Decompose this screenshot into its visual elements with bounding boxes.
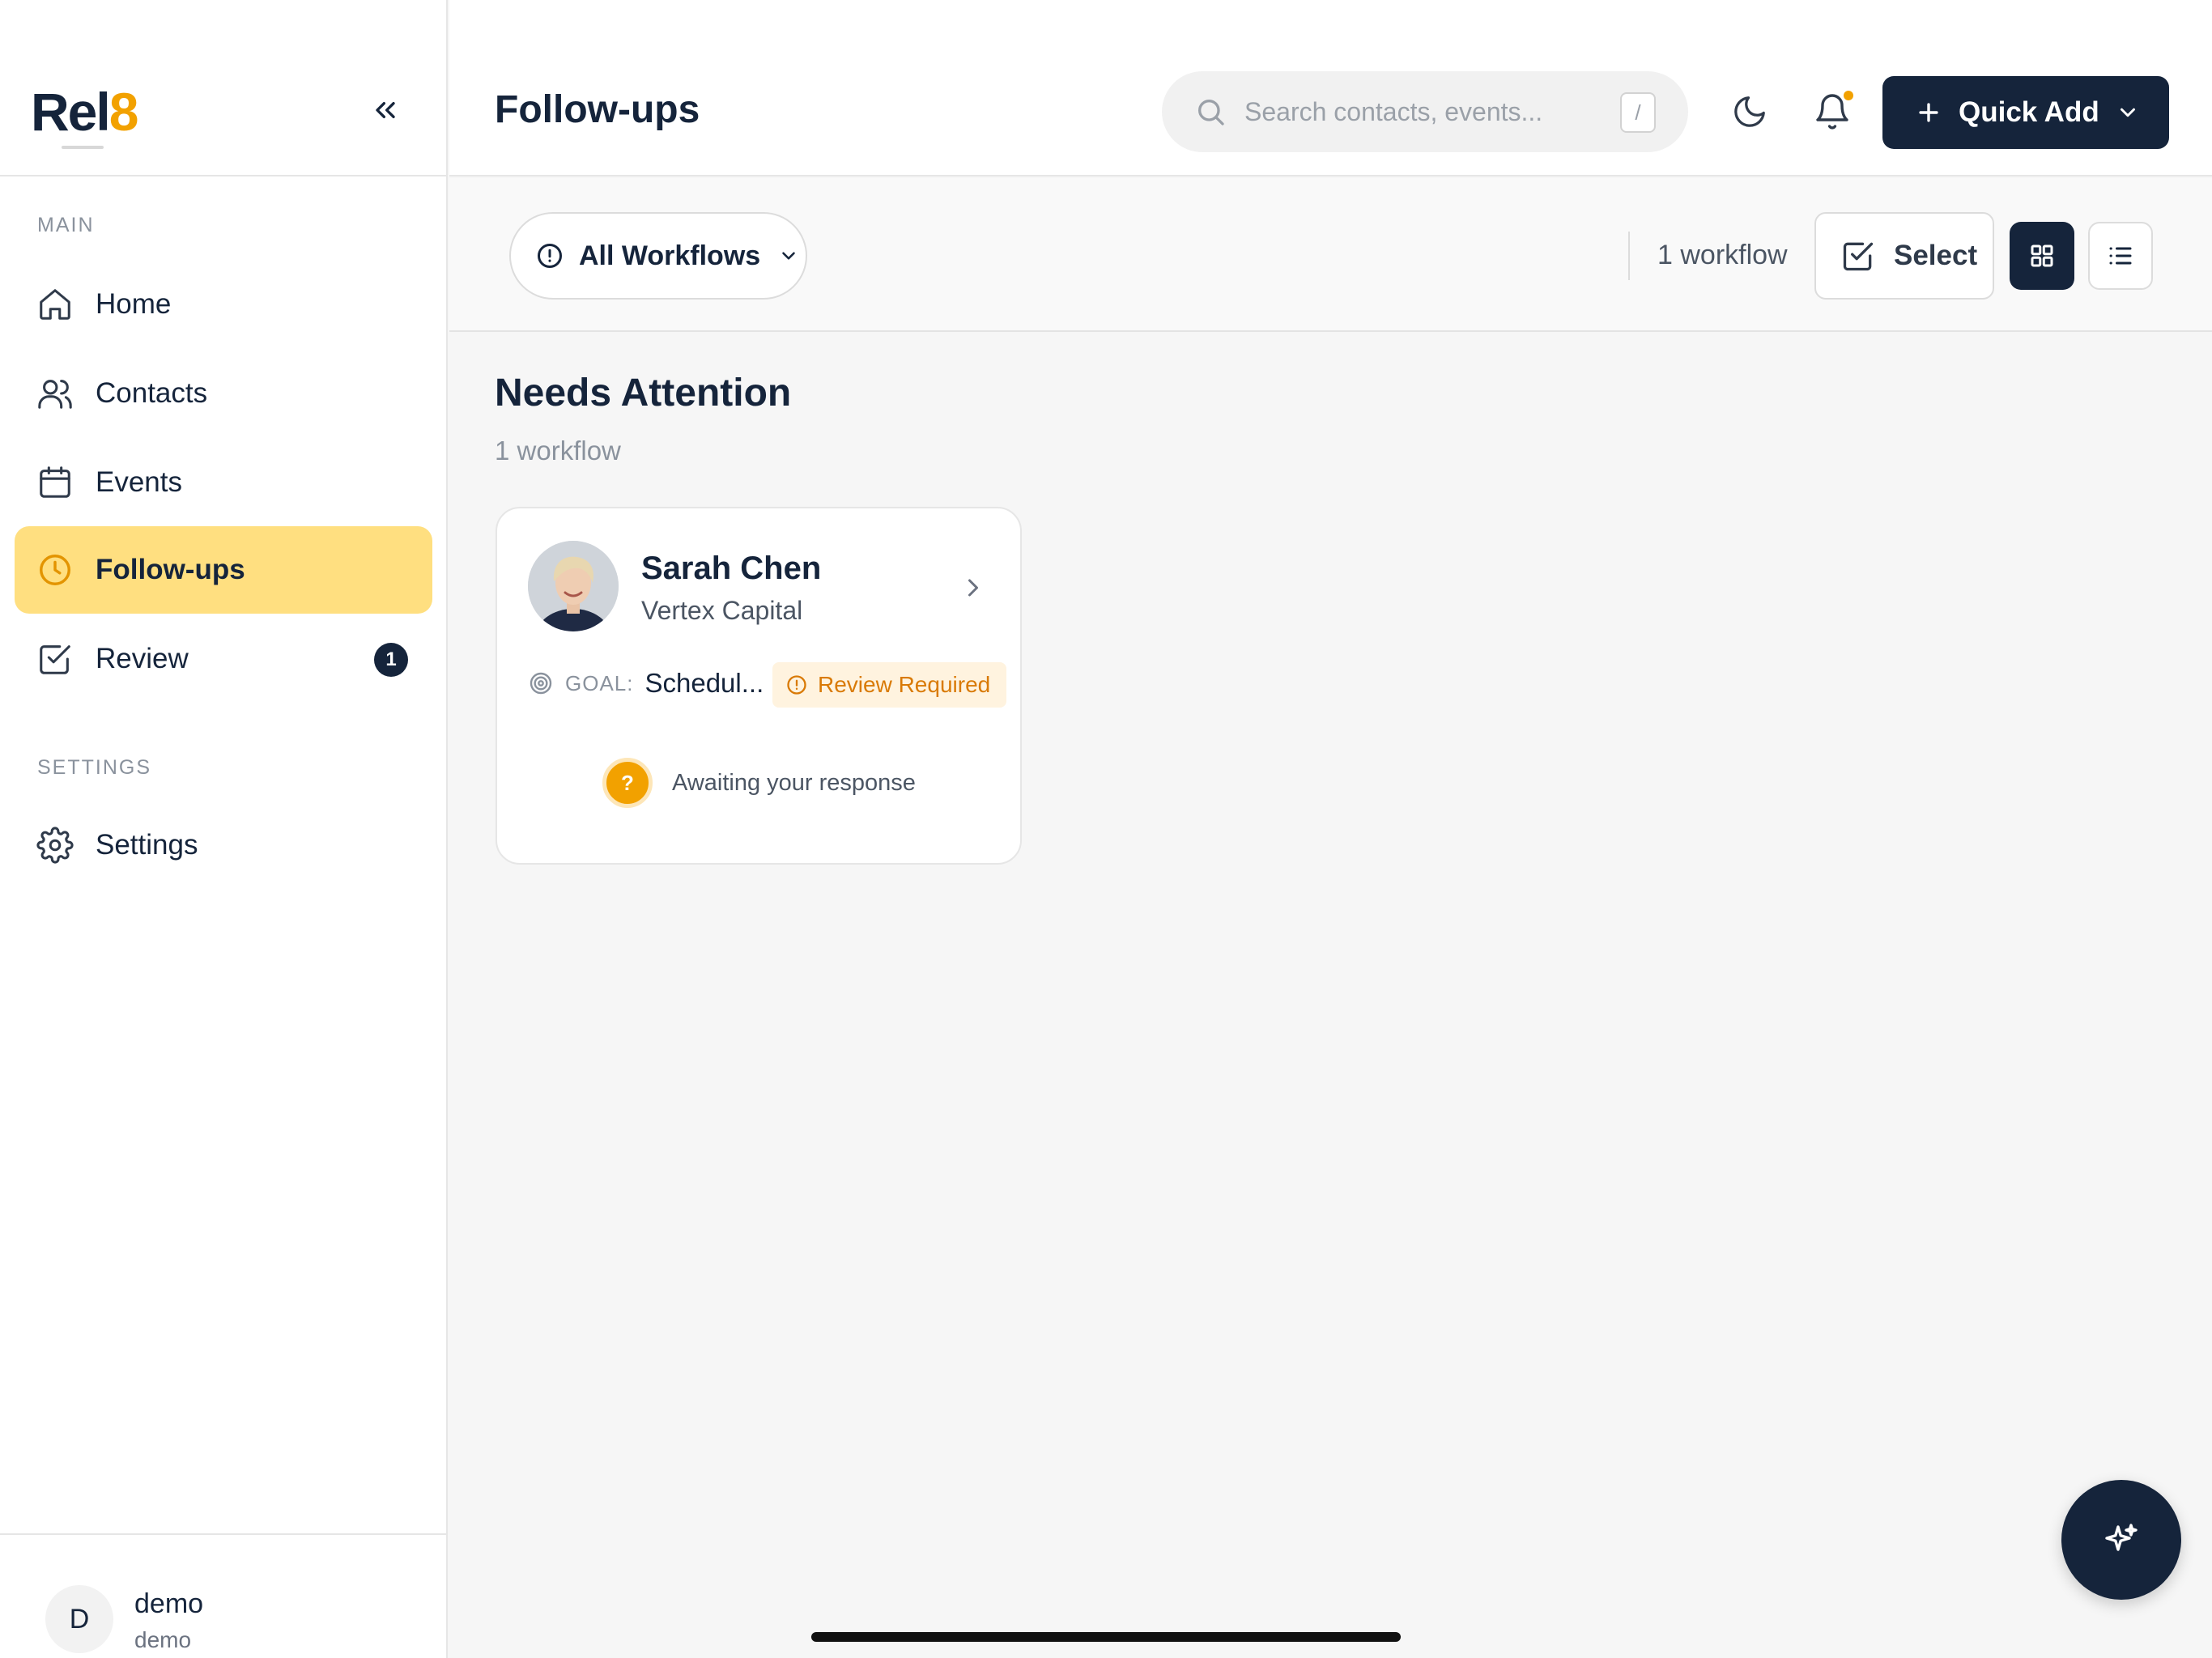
sidebar-item-events[interactable]: Events xyxy=(15,439,432,526)
search-icon xyxy=(1198,100,1224,125)
home-icon xyxy=(36,285,74,324)
top-header: Follow-ups Search contacts, events... / … xyxy=(449,0,2212,176)
workflow-count: 1 workflow xyxy=(1657,240,1788,270)
calendar-icon xyxy=(36,463,74,502)
status-text: Awaiting your response xyxy=(672,769,916,796)
sidebar-item-settings[interactable]: Settings xyxy=(15,801,432,889)
section-count: 1 workflow xyxy=(495,436,621,466)
review-count-badge: 1 xyxy=(374,643,408,677)
status-badge-label: Review Required xyxy=(818,672,991,697)
workflow-filter-dropdown[interactable]: All Workflows xyxy=(509,212,807,300)
goal-row: GOAL: Schedul... xyxy=(528,661,764,706)
grid-icon xyxy=(2031,244,2053,267)
search-input[interactable]: Search contacts, events... / xyxy=(1162,71,1688,152)
ai-assistant-button[interactable] xyxy=(2061,1480,2181,1600)
sidebar-item-label: Settings xyxy=(96,829,198,861)
contact-avatar xyxy=(528,541,619,631)
clock-icon xyxy=(36,551,74,589)
sidebar-item-label: Home xyxy=(96,288,172,320)
awaiting-status: ? Awaiting your response xyxy=(602,758,916,808)
chevron-right-icon xyxy=(968,579,978,597)
section-label-main: MAIN xyxy=(37,214,95,236)
select-button[interactable]: Select xyxy=(1814,212,1994,300)
question-icon: ? xyxy=(602,758,653,808)
search-placeholder: Search contacts, events... xyxy=(1244,96,1543,126)
alert-circle-icon xyxy=(538,244,562,268)
collapse-sidebar-button[interactable] xyxy=(366,91,405,130)
brand-underline xyxy=(62,146,104,149)
select-label: Select xyxy=(1894,240,1978,271)
check-square-icon xyxy=(1843,242,1874,271)
toolbar-divider xyxy=(1628,232,1630,280)
sidebar-item-label: Review xyxy=(96,643,189,674)
sidebar-item-label: Events xyxy=(96,466,182,498)
list-view-button[interactable] xyxy=(2088,222,2153,290)
user-subtitle: demo xyxy=(134,1627,192,1652)
chevron-down-icon xyxy=(782,252,795,260)
contact-name: Sarah Chen xyxy=(641,551,822,586)
search-shortcut-key: / xyxy=(1620,92,1656,133)
contact-company: Vertex Capital xyxy=(641,596,803,625)
notifications-button[interactable] xyxy=(1803,83,1861,141)
sparkle-icon xyxy=(2105,1524,2138,1551)
user-divider xyxy=(0,1533,448,1535)
page-title: Follow-ups xyxy=(495,88,700,131)
gear-icon xyxy=(36,826,74,865)
sidebar-item-label: Follow-ups xyxy=(96,554,245,585)
brand-logo[interactable]: Rel 8 xyxy=(31,81,139,146)
filter-toolbar: All Workflows 1 workflow Select xyxy=(449,178,2212,332)
goal-label: GOAL: xyxy=(565,670,634,695)
list-icon xyxy=(2109,247,2132,265)
plus-icon xyxy=(1919,103,1938,122)
quick-add-label: Quick Add xyxy=(1959,96,2099,128)
app-root: Rel 8 MAIN Home Contacts Events Follow-u… xyxy=(0,0,2212,1658)
workflow-card[interactable]: Sarah Chen Vertex Capital GOAL: Schedul.… xyxy=(496,507,1022,865)
moon-icon xyxy=(1734,96,1765,127)
users-icon xyxy=(36,374,74,413)
chevron-down-icon xyxy=(2121,108,2135,117)
user-name[interactable]: demo xyxy=(134,1588,203,1620)
alert-circle-icon xyxy=(787,675,806,695)
sidebar-item-follow-ups[interactable]: Follow-ups xyxy=(15,526,432,614)
section-label-settings: SETTINGS xyxy=(37,756,152,779)
sidebar-divider xyxy=(0,175,448,176)
status-badge: Review Required xyxy=(772,662,1007,708)
section-title: Needs Attention xyxy=(495,372,792,414)
sidebar: Rel 8 MAIN Home Contacts Events Follow-u… xyxy=(0,0,448,1658)
chevrons-left-icon xyxy=(376,102,395,118)
grid-view-button[interactable] xyxy=(2010,222,2074,290)
brand-accent: 8 xyxy=(108,82,139,142)
goal-value: Schedul... xyxy=(644,668,764,698)
home-indicator[interactable] xyxy=(811,1632,1401,1642)
dark-mode-toggle[interactable] xyxy=(1721,83,1779,141)
sidebar-item-review[interactable]: Review 1 xyxy=(15,615,432,703)
sidebar-item-label: Contacts xyxy=(96,377,208,409)
notification-dot xyxy=(1844,91,1853,100)
brand-name: Rel xyxy=(31,82,111,142)
target-icon xyxy=(530,672,552,695)
sidebar-item-home[interactable]: Home xyxy=(15,261,432,348)
check-square-icon xyxy=(36,640,74,678)
sidebar-item-contacts[interactable]: Contacts xyxy=(15,350,432,437)
quick-add-button[interactable]: Quick Add xyxy=(1882,76,2169,149)
avatar[interactable]: D xyxy=(45,1585,113,1653)
filter-label: All Workflows xyxy=(579,240,761,271)
